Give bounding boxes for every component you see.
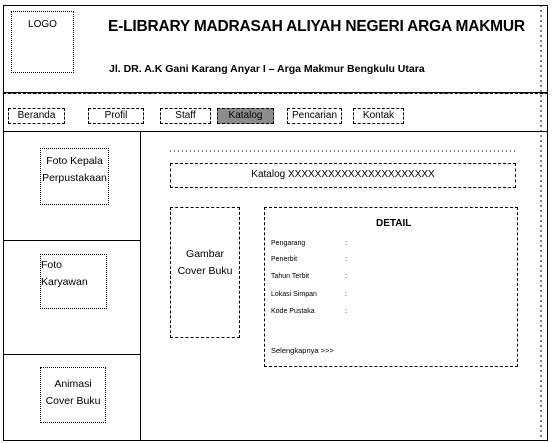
guide-lines [3, 5, 548, 441]
